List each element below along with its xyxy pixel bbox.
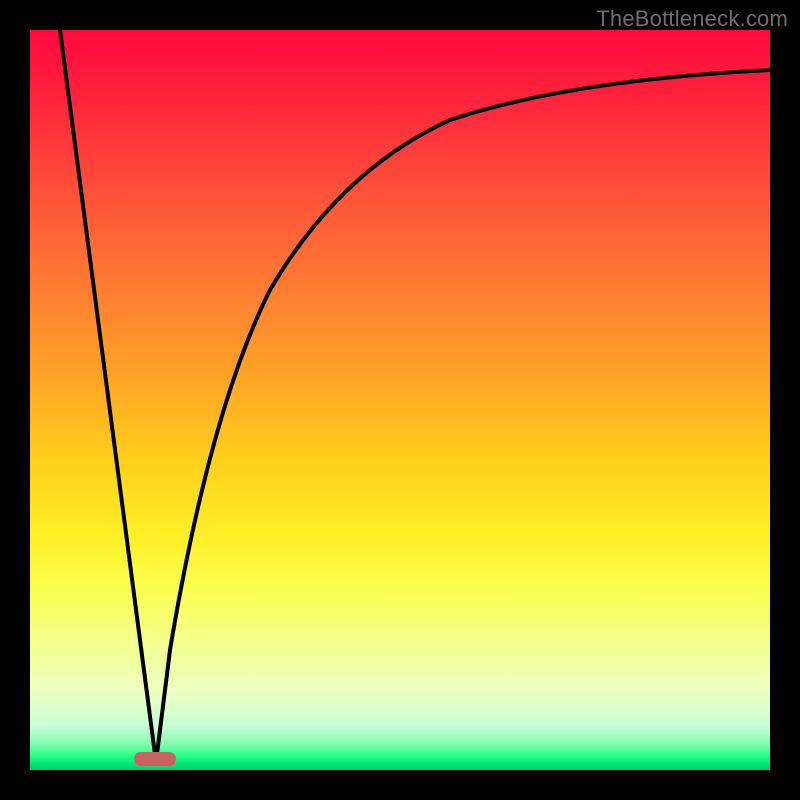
- optimal-marker: [134, 752, 176, 766]
- bottleneck-curve: [60, 30, 770, 762]
- chart-frame: TheBottleneck.com: [0, 0, 800, 800]
- plot-area: [30, 30, 770, 770]
- curve-layer: [30, 30, 770, 770]
- watermark-text: TheBottleneck.com: [596, 6, 788, 32]
